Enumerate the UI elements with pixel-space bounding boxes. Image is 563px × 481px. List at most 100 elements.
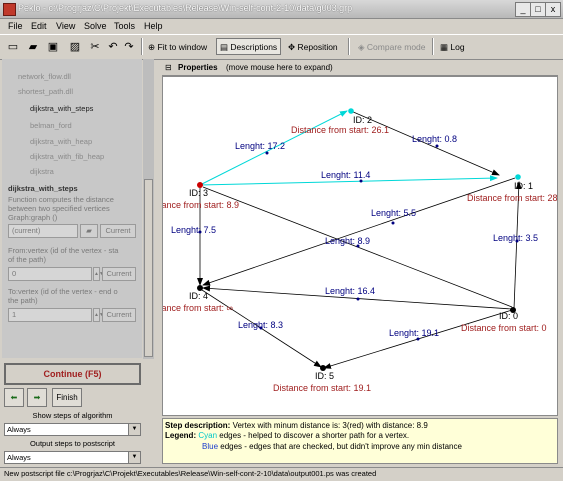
export-image-icon[interactable]: ▨ xyxy=(66,38,84,55)
graph-current-button[interactable]: Current xyxy=(100,224,136,238)
output-steps-label: Output steps to postscript xyxy=(29,439,116,448)
save-icon[interactable]: ▣ xyxy=(44,38,62,55)
edge-label: Lenght: 7.5 xyxy=(171,225,217,235)
menu-edit[interactable]: Edit xyxy=(31,21,47,31)
menu-help[interactable]: Help xyxy=(144,21,163,31)
continue-button[interactable]: Continue (F5) xyxy=(4,363,141,385)
descriptions-label: Descriptions xyxy=(230,42,278,52)
reposition-icon: ✥ xyxy=(288,42,296,52)
to-param-label-2: the path) xyxy=(8,296,38,305)
list-item[interactable]: network_flow.dll xyxy=(18,72,71,81)
step-forward-icon[interactable]: ➡ xyxy=(27,388,47,407)
list-item-selected[interactable]: dijkstra_with_steps xyxy=(30,104,93,113)
edge-label: Lenght: 8.3 xyxy=(238,320,284,330)
show-steps-value: Always xyxy=(7,425,31,434)
window-title: Peklo - c:\Progrjaz\C\Projekt\Executable… xyxy=(18,3,353,13)
browse-folder-icon[interactable]: ▰ xyxy=(80,224,98,238)
fit-to-window-button[interactable]: ⊕ Fit to window xyxy=(144,38,211,55)
status-bar: New postscript file c:\Progrjaz\C\Projek… xyxy=(0,467,563,481)
compare-mode-label: Compare mode xyxy=(366,42,426,52)
vertex-0-id: ID: 0 xyxy=(499,311,519,321)
vertex-5-distance: Distance from start: 19.1 xyxy=(273,383,372,393)
vertex-2-id: ID: 2 xyxy=(353,115,373,125)
graph-param-field[interactable]: (current) xyxy=(8,224,78,238)
to-spinner[interactable]: ▲▼ xyxy=(93,308,104,322)
function-name: dijkstra_with_steps xyxy=(8,184,78,193)
toolbar: ▭ ▰ ▣ ▨ ✂ ↶ ↷ ⊕ Fit to window ▤ Descript… xyxy=(0,34,563,60)
vertex-3-distance: Distance from start: 8.9 xyxy=(162,200,240,210)
descriptions-button[interactable]: ▤ Descriptions xyxy=(216,38,282,55)
from-param-label-1: From:vertex (id of the vertex - sta xyxy=(8,246,119,255)
to-param-label-1: To:vertex (id of the vertex - end o xyxy=(8,287,118,296)
log-icon: ▦ xyxy=(440,42,449,52)
function-panel: dijkstra_with_steps Function computes th… xyxy=(2,178,142,358)
list-item[interactable]: belman_ford xyxy=(30,121,72,130)
vertex-1[interactable] xyxy=(515,174,521,180)
open-folder-icon[interactable]: ▰ xyxy=(24,38,42,55)
cut-icon[interactable]: ✂ xyxy=(86,38,104,55)
maximize-button[interactable]: □ xyxy=(530,2,546,17)
list-item[interactable]: dijkstra_with_heap xyxy=(30,137,92,146)
menu-view[interactable]: View xyxy=(56,21,75,31)
from-vertex-field[interactable]: 0 xyxy=(8,267,92,281)
legend-line-1: Legend: Cyan edges - helped to discover … xyxy=(165,431,409,440)
fit-to-window-label: Fit to window xyxy=(157,42,208,52)
step-description-line: Step description: Vertex with minum dist… xyxy=(165,421,428,430)
step-back-icon[interactable]: ⬅ xyxy=(4,388,24,407)
status-text: New postscript file c:\Progrjaz\C\Projek… xyxy=(4,469,377,478)
list-item[interactable]: dijkstra xyxy=(30,167,54,176)
menu-tools[interactable]: Tools xyxy=(114,21,135,31)
collapse-icon[interactable]: ⊟ xyxy=(165,63,172,72)
app-icon xyxy=(3,3,16,16)
vertex-1-id: ID: 1 xyxy=(514,181,534,191)
to-current-button[interactable]: Current xyxy=(102,308,136,322)
vertex-2-distance: Distance from start: 26.1 xyxy=(291,125,390,135)
to-vertex-field[interactable]: 1 xyxy=(8,308,92,322)
edge-label: Lenght: 16.4 xyxy=(325,286,376,296)
descriptions-icon: ▤ xyxy=(220,42,229,52)
graph-canvas[interactable]: ID: 2 Distance from start: 26.1 ID: 3 Di… xyxy=(162,76,558,416)
list-item[interactable]: shortest_path.dll xyxy=(18,87,73,96)
algorithm-list: network_flow.dll shortest_path.dll dijks… xyxy=(2,59,142,178)
minimize-button[interactable]: _ xyxy=(515,2,531,17)
menu-file[interactable]: File xyxy=(8,21,23,31)
show-steps-select[interactable]: Always ▼ xyxy=(4,423,141,436)
step-label: Step description: xyxy=(165,421,231,430)
log-button[interactable]: ▦ Log xyxy=(436,38,469,55)
edge-label: Lenght: 5.5 xyxy=(371,208,417,218)
properties-bar[interactable]: ⊟ Properties (move mouse here to expand) xyxy=(162,61,558,76)
finish-button[interactable]: Finish xyxy=(52,388,82,407)
step-text: Vertex with minum distance is: 3(red) wi… xyxy=(232,421,428,430)
from-current-button[interactable]: Current xyxy=(102,267,136,281)
menu-solve[interactable]: Solve xyxy=(84,21,107,31)
redo-icon[interactable]: ↷ xyxy=(120,38,138,55)
dropdown-arrow-icon[interactable]: ▼ xyxy=(128,452,140,463)
zoom-icon: ⊕ xyxy=(148,42,156,52)
output-steps-value: Always xyxy=(7,453,31,462)
function-description-2: between two specified vertices xyxy=(8,204,110,213)
vertex-4-id: ID: 4 xyxy=(189,291,209,301)
legend-line-2: Blue edges - edges that are checked, but… xyxy=(202,442,462,451)
close-button[interactable]: x xyxy=(545,2,561,17)
edge-label: Lenght: 19.1 xyxy=(389,328,440,338)
list-item[interactable]: dijkstra_with_fib_heap xyxy=(30,152,104,161)
legend-blue-text: edges - edges that are checked, but didn… xyxy=(220,442,462,451)
reposition-button[interactable]: ✥ Reposition xyxy=(284,38,342,55)
vertex-2[interactable] xyxy=(348,108,354,114)
output-steps-select[interactable]: Always ▼ xyxy=(4,451,141,464)
vertex-1-distance: Distance from start: 28.1 xyxy=(467,193,558,203)
new-icon[interactable]: ▭ xyxy=(4,38,22,55)
compare-mode-button[interactable]: ◈ Compare mode xyxy=(354,38,430,55)
edge-dot xyxy=(356,297,360,301)
scrollbar-thumb[interactable] xyxy=(144,179,153,357)
function-description-1: Function computes the distance xyxy=(8,195,114,204)
legend-label: Legend: xyxy=(165,431,197,440)
compare-icon: ◈ xyxy=(358,42,365,52)
edge-dot xyxy=(391,221,395,225)
dropdown-arrow-icon[interactable]: ▼ xyxy=(128,424,140,435)
reposition-label: Reposition xyxy=(297,42,338,52)
from-spinner[interactable]: ▲▼ xyxy=(93,267,104,281)
menu-bar: File Edit View Solve Tools Help xyxy=(0,19,563,34)
legend-cyan-text: edges - helped to discover a shorter pat… xyxy=(219,431,410,440)
vertex-0-distance: Distance from start: 0 xyxy=(461,323,547,333)
